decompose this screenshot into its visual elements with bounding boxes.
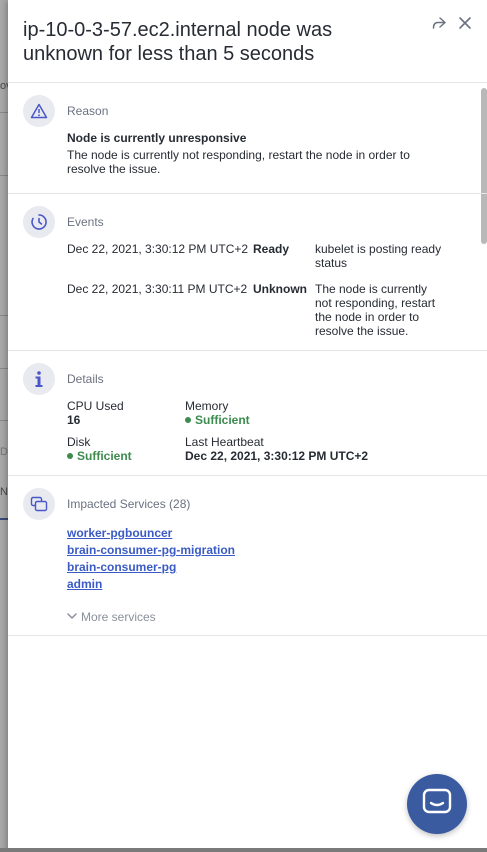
node-detail-drawer: ip-10-0-3-57.ec2.internal node was unkno…	[8, 0, 487, 852]
disk-value: Sufficient	[77, 449, 132, 463]
service-link[interactable]: worker-pgbouncer	[67, 526, 172, 540]
drawer-title: ip-10-0-3-57.ec2.internal node was unkno…	[23, 19, 333, 65]
background-divider	[0, 175, 8, 176]
event-status: Ready	[253, 242, 290, 256]
event-time: Dec 22, 2021, 3:30:11 PM UTC+2	[67, 282, 248, 296]
impacted-services-heading: Impacted Services (28)	[67, 497, 191, 511]
close-icon[interactable]	[456, 14, 476, 34]
chat-icon	[422, 788, 452, 821]
impacted-services-section: Impacted Services (28) worker-pgbouncer …	[8, 476, 487, 636]
reason-section: Reason Node is currently unresponsive Th…	[8, 83, 487, 194]
details-section: Details CPU Used 16 Memory Sufficient Di…	[8, 351, 487, 476]
cpu-value: 16	[67, 413, 81, 427]
status-dot	[67, 453, 73, 459]
services-icon	[23, 488, 55, 520]
reason-heading: Reason	[67, 104, 109, 118]
disk-status: Sufficient	[67, 449, 132, 463]
background-text-fragment: N	[0, 486, 8, 498]
reason-title: Node is currently unresponsive	[67, 131, 247, 145]
memory-status: Sufficient	[185, 413, 250, 427]
background-tab-underline	[0, 518, 8, 520]
memory-value: Sufficient	[195, 413, 250, 427]
cpu-label: CPU Used	[67, 399, 124, 413]
service-link[interactable]: brain-consumer-pg	[67, 560, 176, 574]
info-icon	[23, 363, 55, 395]
chevron-down-icon	[67, 609, 77, 623]
background-divider	[0, 368, 8, 369]
memory-label: Memory	[185, 399, 229, 413]
warning-icon	[23, 95, 55, 127]
share-icon[interactable]	[430, 14, 450, 34]
background-divider	[0, 315, 8, 316]
timer-icon	[23, 206, 55, 238]
event-status: Unknown	[253, 282, 307, 296]
event-time: Dec 22, 2021, 3:30:12 PM UTC+2	[67, 242, 249, 256]
more-services-button[interactable]: More services	[67, 609, 156, 624]
service-link[interactable]: brain-consumer-pg-migration	[67, 543, 235, 557]
heartbeat-value: Dec 22, 2021, 3:30:12 PM UTC+2	[185, 449, 369, 463]
details-heading: Details	[67, 372, 104, 386]
background-text-fragment: D	[0, 446, 8, 458]
background-divider	[0, 420, 8, 421]
events-section: Events Dec 22, 2021, 3:30:12 PM UTC+2 Re…	[8, 194, 487, 351]
drawer-header: ip-10-0-3-57.ec2.internal node was unkno…	[8, 0, 487, 83]
events-heading: Events	[67, 215, 104, 229]
more-services-label: More services	[81, 610, 156, 624]
heartbeat-label: Last Heartbeat	[185, 435, 264, 449]
reason-description: The node is currently not responding, re…	[67, 148, 410, 176]
event-message: The node is currently not responding, re…	[315, 282, 436, 338]
window-bottom-edge	[0, 848, 487, 852]
service-link[interactable]: admin	[67, 577, 102, 591]
disk-label: Disk	[67, 435, 91, 449]
background-divider	[0, 112, 8, 113]
event-message: kubelet is posting ready status	[315, 242, 442, 270]
status-dot	[185, 417, 191, 423]
chat-launcher-button[interactable]	[407, 774, 467, 834]
